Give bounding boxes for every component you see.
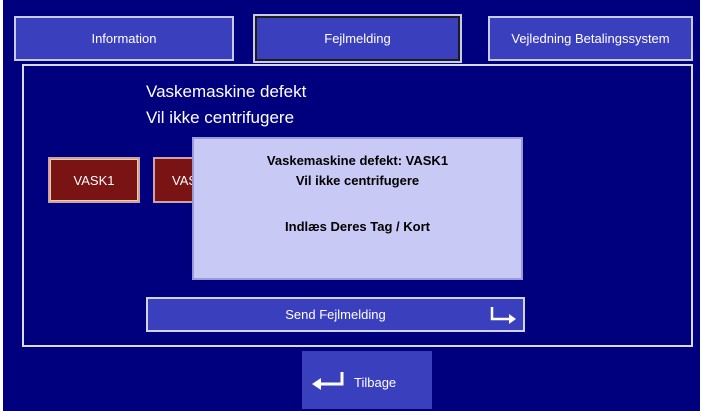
tab-information[interactable]: Information: [14, 16, 234, 61]
screen-edge-left: [0, 0, 3, 411]
tab-fejlmelding[interactable]: Fejlmelding: [255, 16, 460, 61]
tab-label: Fejlmelding: [324, 31, 391, 46]
machine-label: VASK1: [73, 172, 115, 188]
back-button-label: Tilbage: [354, 375, 397, 390]
dialog-fault-title: Vaskemaskine defekt: VASK1: [266, 153, 449, 168]
tab-label: Vejledning Betalingssystem: [511, 31, 670, 46]
machine-button-vask1[interactable]: VASK1: [48, 157, 140, 203]
return-arrow-icon: [312, 372, 344, 390]
card-prompt-dialog: Vaskemaskine defekt: VASK1 Vil ikke cent…: [192, 137, 523, 280]
dialog-fault-description: Vil ikke centrifugere: [295, 173, 420, 188]
back-button[interactable]: Tilbage: [302, 351, 432, 409]
tab-label: Information: [91, 31, 157, 46]
fault-description: Vil ikke centrifugere: [146, 108, 295, 127]
enter-arrow-icon: [490, 307, 516, 324]
tab-vejledning-betalingssystem[interactable]: Vejledning Betalingssystem: [488, 16, 693, 61]
send-fault-report-button[interactable]: Send Fejlmelding: [146, 297, 525, 332]
fault-heading: Vaskemaskine defekt: [146, 82, 307, 101]
dialog-card-instruction: Indlæs Deres Tag / Kort: [285, 219, 430, 234]
kiosk-screen: Information Fejlmelding Vejledning Betal…: [0, 0, 702, 411]
send-button-label: Send Fejlmelding: [285, 307, 386, 322]
